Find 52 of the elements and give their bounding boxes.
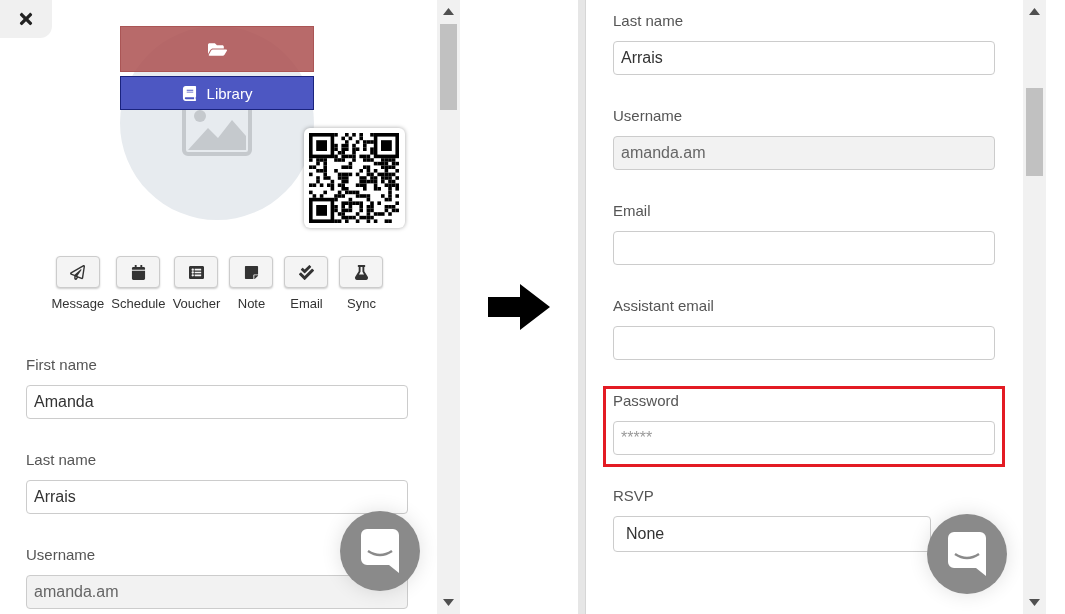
text-field[interactable]: Arrais bbox=[26, 480, 408, 514]
select-field[interactable]: None bbox=[613, 516, 931, 552]
text-field[interactable]: Amanda bbox=[26, 385, 408, 419]
list-icon bbox=[189, 264, 204, 280]
password-field[interactable]: ***** bbox=[613, 421, 995, 455]
action-button[interactable] bbox=[174, 256, 219, 288]
scrollbar[interactable] bbox=[437, 0, 460, 614]
calendar-icon bbox=[130, 264, 146, 280]
text-field[interactable]: Arrais bbox=[613, 41, 995, 75]
scroll-thumb[interactable] bbox=[440, 24, 457, 110]
field-label: Last name bbox=[613, 12, 685, 30]
send-icon bbox=[70, 264, 86, 280]
field-label: Password bbox=[613, 392, 680, 410]
close-icon bbox=[17, 10, 35, 28]
action-label: Voucher bbox=[172, 296, 221, 311]
action-button[interactable] bbox=[116, 256, 161, 288]
text-field[interactable] bbox=[613, 326, 995, 360]
scrollbar[interactable] bbox=[1023, 0, 1046, 614]
field-label: Username bbox=[613, 107, 684, 125]
field-label: Assistant email bbox=[613, 297, 715, 315]
action-button[interactable] bbox=[284, 256, 329, 288]
action-label: Schedule bbox=[111, 296, 166, 311]
action-label: Email bbox=[290, 296, 323, 311]
action-button[interactable] bbox=[55, 256, 100, 288]
field-label: First name bbox=[26, 356, 98, 374]
text-field[interactable] bbox=[613, 231, 995, 265]
action-label: Note bbox=[237, 296, 266, 311]
action-button[interactable] bbox=[229, 256, 274, 288]
chat-icon bbox=[361, 529, 399, 573]
scroll-up-icon[interactable] bbox=[1029, 8, 1040, 15]
field-label: Last name bbox=[26, 451, 98, 469]
close-button[interactable] bbox=[0, 0, 52, 38]
book-icon bbox=[181, 85, 197, 101]
chat-icon bbox=[948, 532, 986, 576]
arrow-icon bbox=[488, 284, 550, 330]
upload-button[interactable] bbox=[120, 26, 314, 72]
library-button[interactable]: Library bbox=[120, 76, 314, 110]
scroll-down-icon[interactable] bbox=[1029, 599, 1040, 606]
field-label: Username bbox=[26, 546, 97, 564]
scroll-thumb[interactable] bbox=[1026, 88, 1043, 176]
text-field[interactable]: amanda.am bbox=[26, 575, 408, 609]
scroll-up-icon[interactable] bbox=[443, 8, 454, 15]
scroll-down-icon[interactable] bbox=[443, 599, 454, 606]
check-icon bbox=[299, 264, 314, 280]
field-label: RSVP bbox=[613, 487, 655, 505]
action-button[interactable] bbox=[339, 256, 384, 288]
flask-icon bbox=[354, 264, 369, 280]
field-label: Email bbox=[613, 202, 652, 220]
action-label: Sync bbox=[347, 296, 376, 311]
text-field[interactable]: amanda.am bbox=[613, 136, 995, 170]
note-icon bbox=[244, 264, 259, 280]
action-label: Message bbox=[51, 296, 105, 311]
